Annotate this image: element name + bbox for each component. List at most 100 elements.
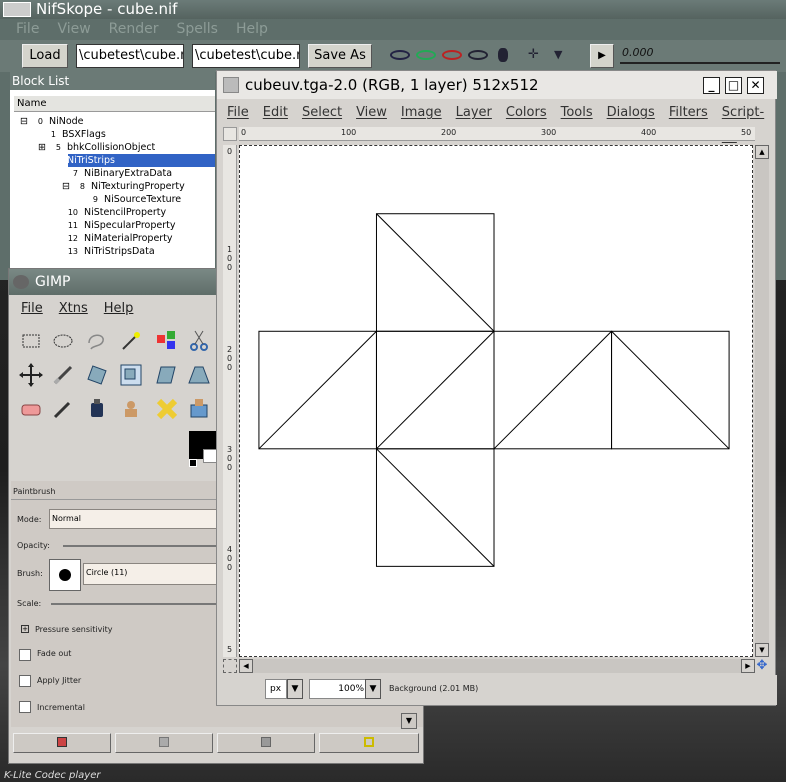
chevron-down-icon[interactable]: ▼ (554, 49, 570, 61)
load-button[interactable]: Load (22, 44, 68, 68)
apply-jitter-label: Apply Jitter (37, 676, 82, 685)
scale-icon[interactable] (117, 361, 145, 389)
eye-green-icon[interactable] (416, 50, 436, 60)
menu-file[interactable]: File (16, 19, 39, 39)
chevron-down-icon[interactable]: ▼ (401, 713, 417, 729)
maximize-button[interactable]: □ (725, 77, 742, 94)
horizontal-scrollbar[interactable]: ◀ ▶ (239, 659, 755, 673)
brush-preview[interactable] (49, 559, 81, 591)
vertical-scrollbar[interactable]: ▲ ▼ (755, 145, 769, 657)
ruler-corner-button[interactable] (223, 127, 237, 141)
mode-select[interactable]: Normal (49, 509, 219, 529)
window-menu-icon[interactable] (3, 2, 31, 17)
shear-icon[interactable] (153, 361, 181, 389)
rect-select-icon[interactable] (17, 327, 45, 355)
menu-file[interactable]: File (21, 297, 43, 321)
menu-colors[interactable]: Colors (506, 101, 547, 125)
perspective-icon[interactable] (185, 361, 213, 389)
column-header-name[interactable]: Name (14, 96, 215, 112)
unit-select[interactable]: px (265, 679, 287, 699)
menu-help[interactable]: Help (236, 19, 268, 39)
menu-xtns[interactable]: Xtns (59, 297, 88, 321)
uv-edge (258, 330, 377, 450)
load-path-field[interactable]: \cubetest\cube.nif (76, 44, 184, 68)
tree-item-selected[interactable]: ⊟ 6 NiTriStrips (38, 155, 115, 167)
scissors-icon[interactable] (185, 327, 213, 355)
expand-icon[interactable]: + (21, 625, 29, 633)
eraser-icon[interactable] (17, 395, 45, 423)
eye-red-icon[interactable] (442, 50, 462, 60)
tree-item[interactable]: 11 NiSpecularProperty (66, 220, 176, 232)
tree-item[interactable]: 13 NiTriStripsData (66, 246, 155, 258)
stamp-icon[interactable] (185, 395, 213, 423)
tree-item[interactable]: ⊟ 0 NiNode (20, 116, 84, 128)
opacity-label: Opacity: (17, 541, 50, 550)
pencil-icon[interactable] (49, 395, 77, 423)
chevron-down-icon[interactable]: ▼ (287, 679, 303, 699)
window-menu-icon[interactable] (223, 77, 239, 93)
navigate-icon[interactable]: ✥ (755, 659, 769, 673)
clone-icon[interactable] (117, 395, 145, 423)
menu-select[interactable]: Select (302, 101, 342, 125)
tree-item[interactable]: 9 NiSourceTexture (86, 194, 181, 206)
save-path-field[interactable]: \cubetest\cube.nif (192, 44, 300, 68)
taskbar-item[interactable]: K-Lite Codec player (4, 770, 100, 781)
minimize-button[interactable]: _ (703, 77, 720, 94)
reset-options-button[interactable] (319, 733, 419, 753)
chevron-down-icon[interactable]: ▼ (365, 679, 381, 699)
delete-options-button[interactable] (217, 733, 315, 753)
menu-spells[interactable]: Spells (177, 19, 218, 39)
play-icon[interactable]: ▶ (590, 44, 614, 68)
tree-item[interactable]: 1 BSXFlags (44, 129, 106, 141)
tree-item[interactable]: 7 NiBinaryExtraData (66, 168, 172, 180)
eye-dark-icon[interactable] (468, 50, 488, 60)
restore-options-button[interactable] (115, 733, 213, 753)
lasso-icon[interactable] (83, 327, 111, 355)
crop-icon[interactable] (49, 361, 77, 389)
ink-icon[interactable] (83, 395, 111, 423)
tree-item[interactable]: 12 NiMaterialProperty (66, 233, 173, 245)
magic-wand-icon[interactable] (117, 327, 145, 355)
quick-mask-icon[interactable] (223, 659, 237, 673)
opacity-slider[interactable] (63, 545, 219, 547)
apply-jitter-checkbox[interactable] (19, 675, 31, 687)
image-canvas[interactable] (239, 145, 753, 657)
fade-out-checkbox[interactable] (19, 649, 31, 661)
default-colors-icon[interactable] (189, 459, 197, 467)
menu-help[interactable]: Help (104, 297, 134, 321)
tree-item[interactable]: ⊟ 8 NiTexturingProperty (62, 181, 185, 193)
menu-script-fu[interactable]: Script-Fu (722, 101, 764, 144)
tree-item[interactable]: 10 NiStencilProperty (66, 207, 166, 219)
menu-layer[interactable]: Layer (456, 101, 492, 125)
menu-file[interactable]: File (227, 101, 249, 125)
move-axis-icon[interactable]: ✛ (528, 48, 544, 61)
save-as-button[interactable]: Save As (308, 44, 372, 68)
save-options-button[interactable] (13, 733, 111, 753)
select-by-color-icon[interactable] (153, 327, 181, 355)
horizontal-ruler[interactable]: 0 100 200 300 400 50 (239, 127, 755, 141)
tree-item[interactable]: ⊞ 5 bhkCollisionObject (38, 142, 155, 154)
zoom-select[interactable]: 100% (309, 679, 369, 699)
menu-image[interactable]: Image (401, 101, 442, 125)
rotate-icon[interactable] (83, 361, 111, 389)
menu-view[interactable]: View (57, 19, 90, 39)
menu-render[interactable]: Render (109, 19, 159, 39)
ellipse-select-icon[interactable] (49, 327, 77, 355)
background-color-swatch[interactable] (203, 449, 217, 463)
brush-select[interactable]: Circle (11) (83, 563, 219, 585)
close-button[interactable]: ✕ (747, 77, 764, 94)
vertical-ruler[interactable]: 0 1 0 0 2 0 0 3 0 0 4 0 0 5 (223, 145, 237, 657)
menu-view[interactable]: View (356, 101, 387, 125)
nifskope-title: NifSkope - cube.nif (0, 0, 786, 19)
footprint-icon[interactable] (498, 48, 508, 62)
animation-slider[interactable] (620, 62, 780, 64)
eye-icon[interactable] (390, 50, 410, 60)
menu-tools[interactable]: Tools (561, 101, 593, 125)
move-icon[interactable] (17, 361, 45, 389)
menu-edit[interactable]: Edit (263, 101, 288, 125)
incremental-checkbox[interactable] (19, 701, 31, 713)
heal-icon[interactable] (153, 395, 181, 423)
menu-filters[interactable]: Filters (669, 101, 708, 125)
menu-dialogs[interactable]: Dialogs (607, 101, 655, 125)
scale-slider[interactable] (51, 603, 219, 605)
